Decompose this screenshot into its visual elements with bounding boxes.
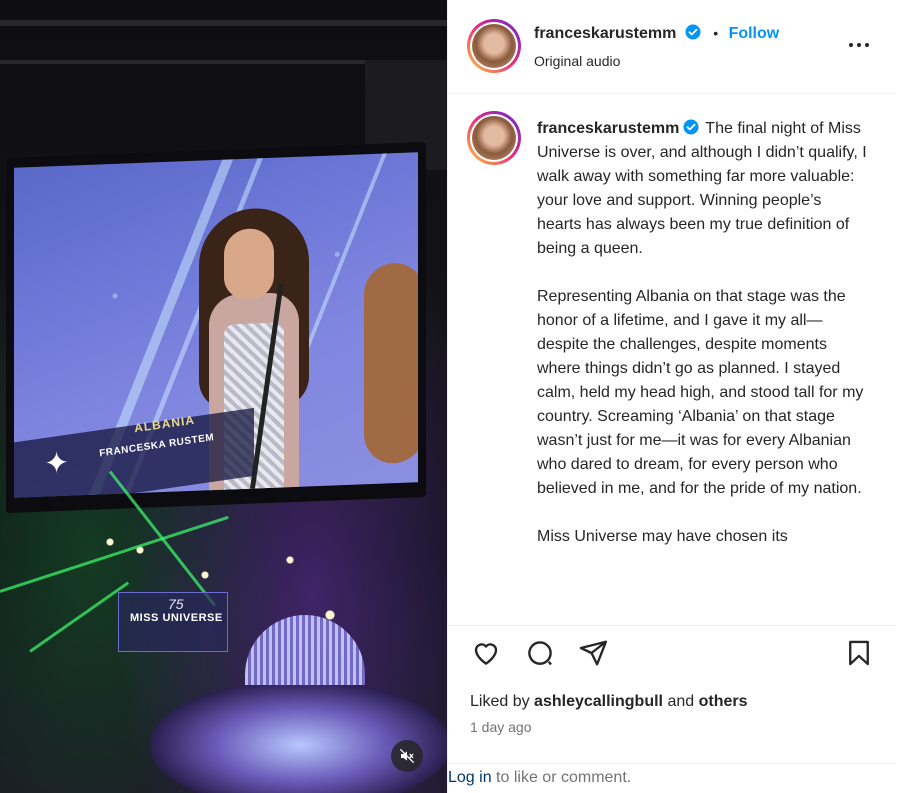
more-dot-icon bbox=[857, 43, 861, 47]
separator-dot: • bbox=[713, 25, 719, 41]
avatar-photo bbox=[472, 116, 516, 160]
speaker-muted-icon bbox=[399, 748, 415, 764]
original-audio-link[interactable]: Original audio bbox=[534, 53, 620, 69]
bookmark-icon bbox=[849, 640, 869, 666]
jumbotron-screen: ✦ ALBANIA FRANCESKA RUSTEM bbox=[14, 152, 418, 498]
jumbotron: ✦ ALBANIA FRANCESKA RUSTEM bbox=[6, 141, 426, 514]
verified-badge-icon bbox=[683, 119, 699, 135]
share-button[interactable] bbox=[577, 636, 611, 670]
verified-badge-icon bbox=[685, 24, 701, 40]
login-link[interactable]: Log in bbox=[448, 769, 492, 786]
liked-user-link[interactable]: ashleycallingbull bbox=[534, 693, 663, 710]
caption-paragraph: franceskarustemm The final night of Miss… bbox=[537, 117, 867, 261]
post-media-video[interactable]: ✦ ALBANIA FRANCESKA RUSTEM 75 MISS UNIVE… bbox=[0, 0, 447, 793]
avatar-photo bbox=[472, 24, 516, 68]
more-dot-icon bbox=[849, 43, 853, 47]
arena-rafter bbox=[0, 20, 447, 26]
caption-paragraph-text: The final night of Miss Universe is over… bbox=[537, 120, 867, 257]
post-header: franceskarustemm • Follow Original audio bbox=[448, 0, 896, 94]
caption-text: franceskarustemm The final night of Miss… bbox=[537, 117, 867, 573]
login-prompt: Log in to like or comment. bbox=[448, 763, 896, 793]
more-dot-icon bbox=[865, 43, 869, 47]
login-prompt-text: to like or comment. bbox=[496, 769, 632, 786]
avatar[interactable] bbox=[467, 19, 521, 73]
save-button[interactable] bbox=[842, 636, 876, 670]
stage-logo-number: 75 bbox=[168, 596, 184, 612]
star-icon: ✦ bbox=[44, 446, 70, 481]
caption-avatar[interactable] bbox=[467, 111, 521, 165]
like-button[interactable] bbox=[469, 636, 503, 670]
mute-button[interactable] bbox=[391, 740, 423, 772]
caption-username-link[interactable]: franceskarustemm bbox=[537, 120, 679, 137]
username-link[interactable]: franceskarustemm bbox=[534, 25, 676, 42]
follow-button[interactable]: Follow bbox=[729, 25, 780, 42]
liked-by-label: Liked by bbox=[470, 693, 530, 710]
post-timestamp[interactable]: 1 day ago bbox=[470, 719, 532, 735]
caption-paragraph: Representing Albania on that stage was t… bbox=[537, 288, 864, 497]
caption-scroll-area[interactable]: franceskarustemm The final night of Miss… bbox=[448, 95, 896, 625]
post-panel: franceskarustemm • Follow Original audio… bbox=[447, 0, 896, 793]
comment-button[interactable] bbox=[523, 636, 557, 670]
liked-and-label: and bbox=[667, 693, 695, 710]
singer-face bbox=[224, 227, 274, 300]
more-options-button[interactable] bbox=[844, 33, 874, 57]
comment-icon bbox=[528, 641, 552, 666]
likes-summary: Liked by ashleycallingbull and others bbox=[470, 693, 748, 711]
action-bar: Liked by ashleycallingbull and others 1 … bbox=[448, 625, 896, 793]
background-figure bbox=[364, 262, 418, 465]
caption-paragraph: Miss Universe may have chosen its bbox=[537, 528, 788, 545]
share-icon bbox=[579, 640, 608, 666]
liked-others-link[interactable]: others bbox=[699, 693, 748, 710]
stage-logo-text: MISS UNIVERSE bbox=[130, 612, 223, 624]
heart-icon bbox=[474, 643, 498, 665]
